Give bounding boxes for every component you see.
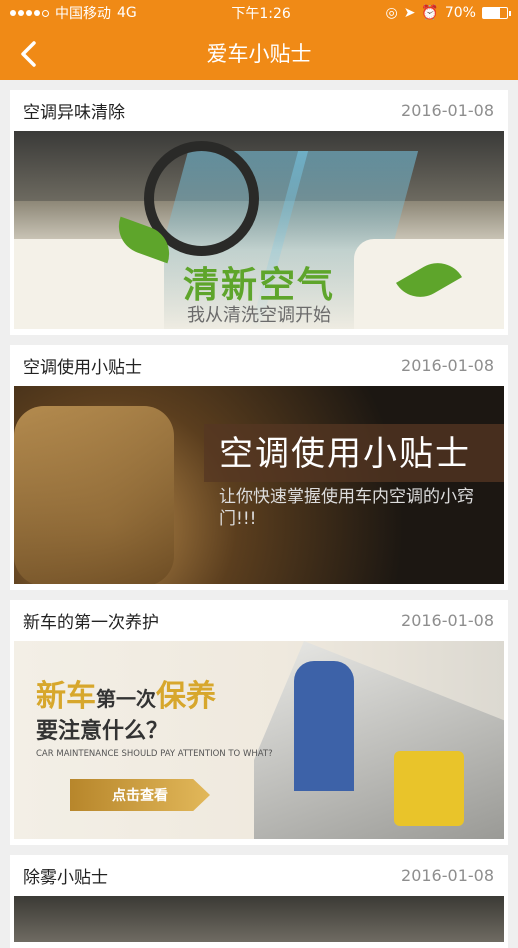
article-header: 空调异味清除 2016-01-08 <box>14 90 504 131</box>
article-card[interactable]: 除雾小贴士 2016-01-08 <box>10 855 508 948</box>
view-details-button[interactable]: 点击查看 <box>70 779 210 811</box>
battery-percent: 70% <box>444 5 476 21</box>
orientation-lock-icon: ◎ <box>385 5 398 21</box>
article-header: 新车的第一次养护 2016-01-08 <box>14 600 504 641</box>
article-card[interactable]: 空调使用小贴士 2016-01-08 空调使用小贴士 让你快速掌握使用车内空调的… <box>10 345 508 590</box>
nav-bar: 爱车小贴士 <box>0 26 518 80</box>
location-icon: ➤ <box>403 5 416 21</box>
status-time: 下午1:26 <box>231 6 291 22</box>
article-header: 空调使用小贴士 2016-01-08 <box>14 345 504 386</box>
banner-headline: 新车第一次保养 <box>36 679 216 714</box>
page-title: 爱车小贴士 <box>206 42 312 66</box>
banner-english-text: CAR MAINTENANCE SHOULD PAY ATTENTION TO … <box>36 749 273 759</box>
status-bar: 中国移动 4G 下午1:26 ◎ ➤ ⏰ 70% <box>0 0 518 26</box>
article-banner[interactable]: 空调使用小贴士 让你快速掌握使用车内空调的小窍门!!! <box>14 386 504 584</box>
article-banner[interactable] <box>14 896 504 942</box>
article-banner[interactable]: 新车第一次保养 要注意什么？ CAR MAINTENANCE SHOULD PA… <box>14 641 504 839</box>
article-card[interactable]: 新车的第一次养护 2016-01-08 新车第一次保养 要注意什么？ CAR M… <box>10 600 508 845</box>
article-card[interactable]: 空调异味清除 2016-01-08 清新空气 我从清洗空调开始 <box>10 90 508 335</box>
article-date: 2016-01-08 <box>401 356 494 375</box>
oil-can-icon <box>394 751 464 826</box>
article-date: 2016-01-08 <box>401 611 494 630</box>
network-label: 4G <box>117 5 137 21</box>
article-date: 2016-01-08 <box>401 866 494 885</box>
mechanic-figure <box>294 661 354 791</box>
article-date: 2016-01-08 <box>401 101 494 120</box>
article-list: 空调异味清除 2016-01-08 清新空气 我从清洗空调开始 空调使用小贴士 … <box>0 80 518 948</box>
carrier-label: 中国移动 <box>55 6 111 22</box>
signal-strength-icon <box>10 9 49 17</box>
banner-subline: 我从清洗空调开始 <box>187 305 331 326</box>
back-button[interactable] <box>14 39 44 69</box>
article-header: 除雾小贴士 2016-01-08 <box>14 855 504 896</box>
battery-icon <box>481 7 511 19</box>
article-title: 空调异味清除 <box>23 103 125 123</box>
article-banner[interactable]: 清新空气 我从清洗空调开始 <box>14 131 504 329</box>
banner-subheadline: 要注意什么？ <box>36 719 169 744</box>
chevron-left-icon <box>21 41 36 67</box>
banner-headline: 空调使用小贴士 <box>219 434 471 474</box>
alarm-icon: ⏰ <box>421 5 439 21</box>
banner-subline: 让你快速掌握使用车内空调的小窍门!!! <box>219 487 474 529</box>
article-title: 新车的第一次养护 <box>23 613 159 633</box>
article-title: 除雾小贴士 <box>23 868 108 888</box>
article-title: 空调使用小贴士 <box>23 358 142 378</box>
